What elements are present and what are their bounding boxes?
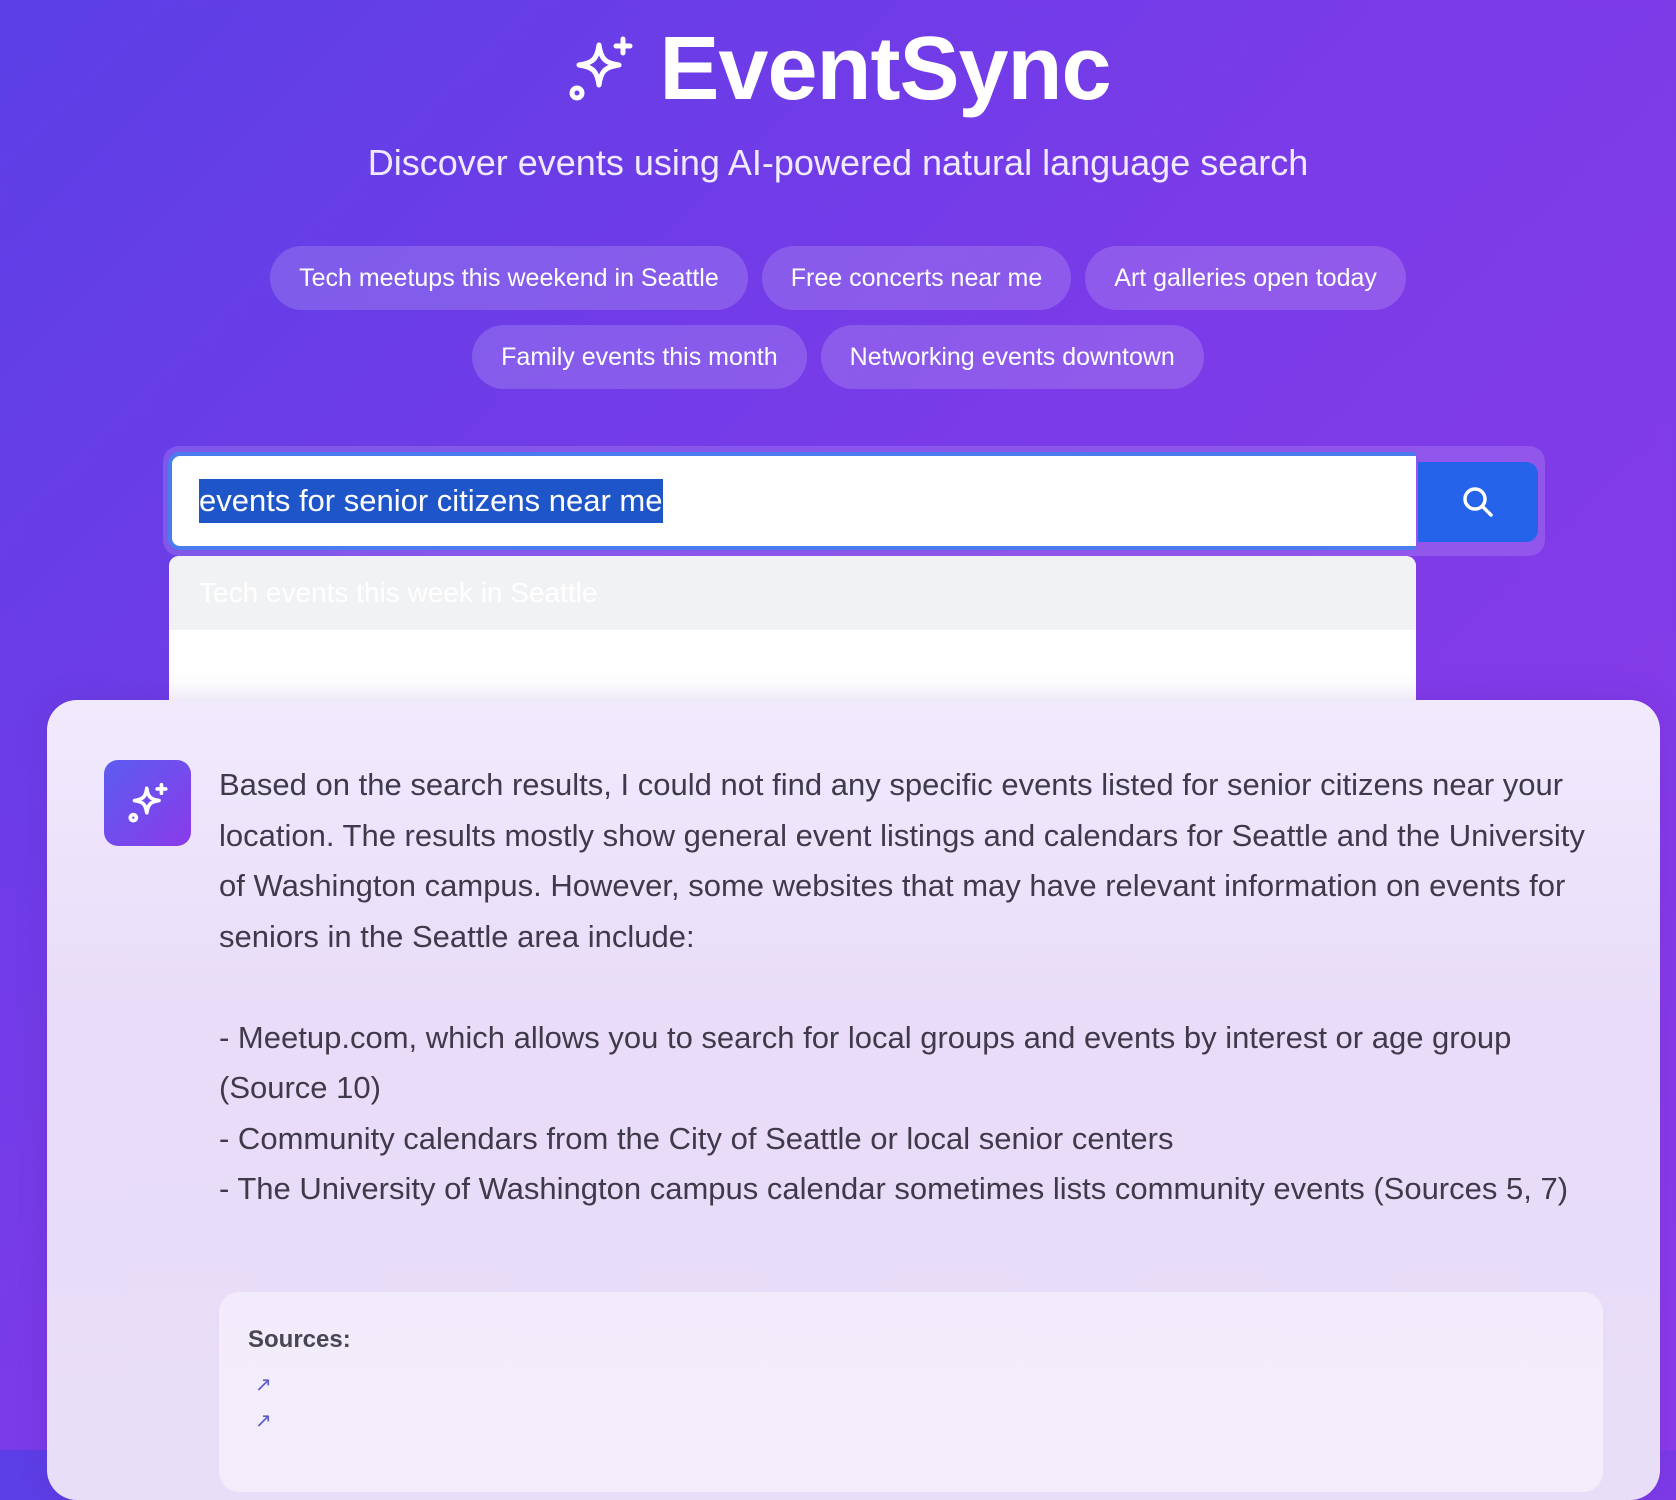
ai-answer: Based on the search results, I could not… xyxy=(219,760,1589,1215)
suggestion-chip[interactable]: Tech meetups this weekend in Seattle xyxy=(270,246,748,310)
suggestion-chip[interactable]: Family events this month xyxy=(472,325,807,389)
answer-list-item: - Meetup.com, which allows you to search… xyxy=(219,1019,1512,1106)
source-link[interactable]: ↗ xyxy=(255,1408,272,1433)
source-link[interactable]: ↗ xyxy=(255,1372,272,1397)
suggestion-chips-row-2: Family events this month Networking even… xyxy=(0,325,1676,389)
suggestion-chips-row-1: Tech meetups this weekend in Seattle Fre… xyxy=(0,246,1676,310)
suggestion-chip[interactable]: Art galleries open today xyxy=(1085,246,1406,310)
sparkles-icon xyxy=(127,782,168,823)
search-button[interactable] xyxy=(1418,462,1538,542)
suggestion-chip[interactable]: Free concerts near me xyxy=(761,246,1072,310)
sources-title: Sources: xyxy=(248,1326,351,1353)
sparkles-icon xyxy=(569,36,633,101)
autocomplete-dropdown: Tech events this week in Seattle xyxy=(169,556,1416,702)
brand-header: EventSync xyxy=(0,24,1676,114)
app-title: EventSync xyxy=(659,19,1111,119)
page-subtitle: Discover events using AI-powered natural… xyxy=(367,142,1309,183)
search-input[interactable]: events for senior citizens near me xyxy=(168,452,1416,550)
autocomplete-item[interactable]: Tech events this week in Seattle xyxy=(169,556,1416,630)
search-input-value[interactable]: events for senior citizens near me xyxy=(199,478,663,524)
answer-paragraph: Based on the search results, I could not… xyxy=(219,767,1585,954)
sources-panel: Sources: ↗ ↗ xyxy=(219,1292,1603,1492)
suggestion-chip[interactable]: Networking events downtown xyxy=(820,325,1204,389)
answer-list-item: - Community calendars from the City of S… xyxy=(219,1120,1174,1156)
ai-avatar xyxy=(104,760,191,846)
search-icon xyxy=(1463,487,1493,517)
answer-list-item: - The University of Washington campus ca… xyxy=(219,1171,1569,1206)
